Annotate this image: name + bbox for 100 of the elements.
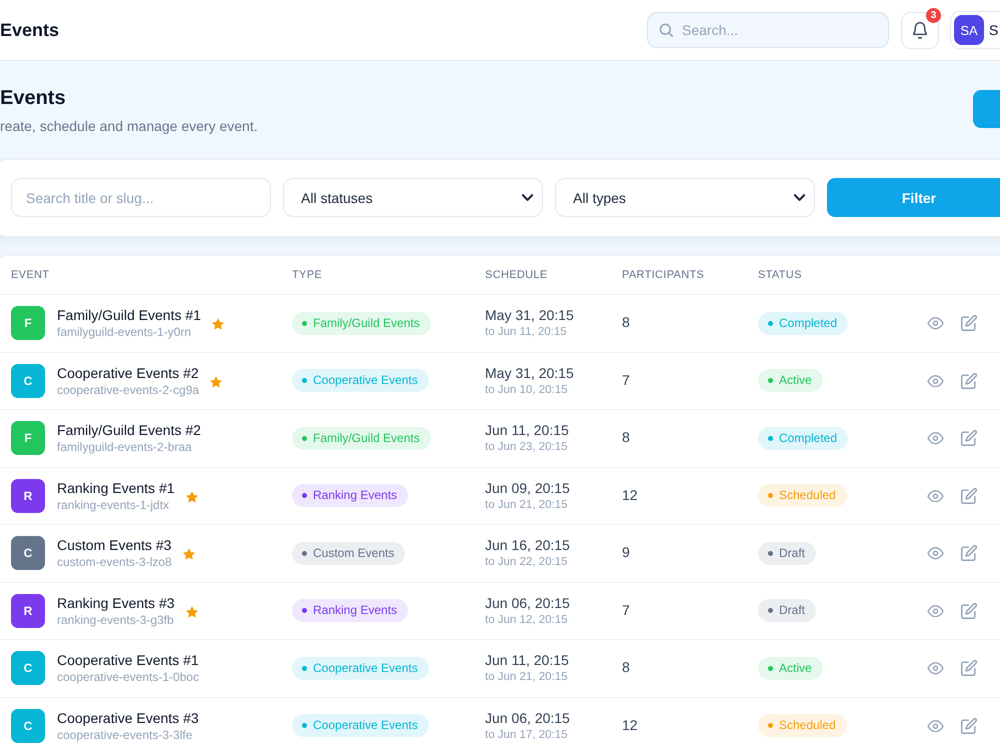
event-slug: familyguild-events-2-braa (57, 439, 193, 456)
type-label: Family/Guild Events (313, 316, 420, 331)
edit-icon[interactable] (961, 372, 977, 389)
schedule-start: Jun 06, 20:15 (485, 594, 571, 612)
notification-badge: 3 (926, 8, 941, 22)
event-slug: cooperative-events-1-0boc (57, 669, 200, 686)
user-avatar: SA (954, 15, 984, 45)
event-avatar: C (11, 364, 45, 398)
event-title[interactable]: Cooperative Events #1 (57, 651, 200, 670)
schedule-end: to Jun 22, 20:15 (485, 555, 568, 570)
type-label: Custom Events (313, 546, 394, 561)
hero-title: Events (0, 86, 67, 110)
edit-icon[interactable] (961, 488, 977, 504)
column-header: TYPE (292, 269, 324, 281)
schedule-end: to Jun 23, 20:15 (485, 440, 568, 456)
status-label: Completed (779, 316, 838, 331)
status-select[interactable]: All statuses (283, 178, 543, 217)
search-icon (659, 23, 673, 37)
eye-icon[interactable] (927, 662, 944, 674)
event-slug: ranking-events-1-jdtx (57, 496, 170, 513)
status-label: Active (779, 373, 812, 388)
column-header: SCHEDULE (485, 269, 549, 281)
edit-icon[interactable] (961, 545, 977, 562)
event-avatar: C (11, 708, 45, 743)
event-avatar: C (11, 651, 45, 686)
participants-count: 12 (622, 716, 638, 733)
event-avatar: F (11, 421, 45, 456)
edit-icon[interactable] (961, 602, 977, 619)
event-slug: custom-events-3-lzo8 (57, 554, 172, 570)
participants-count: 8 (622, 429, 630, 446)
event-avatar: R (11, 594, 45, 628)
search-field[interactable]: Search... (647, 12, 889, 48)
event-slug: cooperative-events-3-3lfe (57, 726, 194, 743)
type-label: Ranking Events (313, 603, 398, 618)
participants-count: 9 (622, 544, 630, 560)
event-title[interactable]: Cooperative Events #2 (57, 364, 200, 382)
eye-icon[interactable] (927, 547, 944, 560)
schedule-end: to Jun 10, 20:15 (485, 382, 568, 398)
event-slug: ranking-events-3-g3fb (57, 612, 175, 628)
event-avatar: C (11, 536, 45, 570)
eye-icon[interactable] (927, 317, 944, 330)
column-header: PARTICIPANTS (622, 269, 706, 281)
hero-subtitle: reate, schedule and manage every event. (0, 117, 258, 136)
status-label: Scheduled (779, 718, 836, 734)
event-slug: cooperative-events-2-cg9a (57, 382, 200, 398)
event-title[interactable]: Family/Guild Events #2 (57, 421, 201, 440)
status-label: Draft (779, 603, 806, 618)
schedule-end: to Jun 12, 20:15 (485, 612, 568, 628)
chevron-down-icon (522, 194, 533, 201)
eye-icon[interactable] (927, 432, 944, 444)
type-label: Family/Guild Events (313, 430, 420, 446)
event-avatar: F (11, 306, 45, 340)
type-label: Cooperative Events (313, 373, 418, 388)
event-slug: familyguild-events-1-y0rn (57, 324, 192, 340)
participants-count: 7 (622, 372, 630, 388)
type-label: Cooperative Events (313, 718, 418, 734)
schedule-start: May 31, 20:15 (485, 306, 575, 324)
edit-icon[interactable] (961, 660, 977, 676)
user-menu-button[interactable]: SA S (950, 11, 1000, 49)
schedule-start: Jun 11, 20:15 (485, 651, 570, 670)
search-field[interactable]: Search title or slug... (11, 178, 271, 217)
schedule-start: May 31, 20:15 (485, 364, 575, 382)
schedule-end: to Jun 11, 20:15 (485, 325, 568, 340)
status-label: Active (779, 660, 812, 676)
status-label: Draft (779, 546, 806, 561)
participants-count: 7 (622, 602, 630, 618)
edit-icon[interactable] (961, 315, 977, 332)
schedule-start: Jun 11, 20:15 (485, 421, 570, 440)
type-label: Ranking Events (313, 488, 398, 504)
schedule-start: Jun 16, 20:15 (485, 536, 571, 554)
schedule-start: Jun 06, 20:15 (485, 708, 571, 727)
event-title[interactable]: Family/Guild Events #1 (57, 306, 201, 324)
schedule-start: Jun 09, 20:15 (485, 478, 571, 497)
event-title[interactable]: Cooperative Events #3 (57, 708, 199, 727)
schedule-end: to Jun 21, 20:15 (485, 670, 568, 686)
edit-icon[interactable] (961, 718, 977, 734)
schedule-end: to Jun 17, 20:15 (485, 728, 568, 743)
schedule-end: to Jun 21, 20:15 (485, 498, 568, 513)
column-header: EVENT (11, 269, 50, 281)
type-select[interactable]: All types (555, 178, 815, 217)
column-header: STATUS (758, 269, 803, 281)
eye-icon[interactable] (927, 604, 944, 617)
eye-icon[interactable] (927, 720, 944, 732)
participants-count: 8 (622, 314, 630, 330)
page-title: Events (0, 20, 60, 40)
chevron-down-icon (794, 194, 805, 201)
eye-icon[interactable] (927, 490, 944, 502)
event-avatar: R (11, 478, 45, 513)
bell-icon (913, 22, 927, 38)
status-label: Scheduled (779, 488, 836, 504)
participants-count: 12 (622, 486, 638, 503)
eye-icon[interactable] (927, 374, 944, 387)
event-title[interactable]: Ranking Events #1 (57, 478, 175, 497)
type-label: Cooperative Events (313, 660, 418, 676)
event-title[interactable]: Ranking Events #3 (57, 594, 175, 612)
user-name: S (989, 22, 998, 38)
participants-count: 8 (622, 659, 630, 676)
edit-icon[interactable] (961, 430, 977, 446)
event-title[interactable]: Custom Events #3 (57, 536, 172, 554)
status-label: Completed (779, 430, 838, 446)
